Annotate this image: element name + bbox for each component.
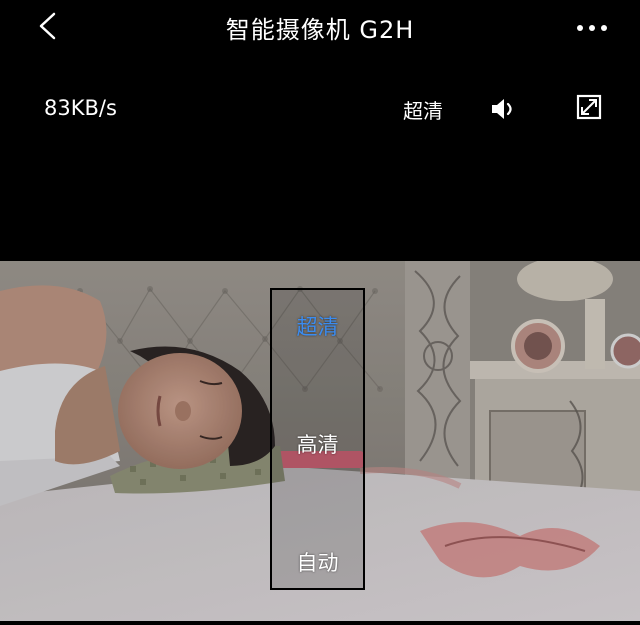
quality-option-auto[interactable]: 自动	[272, 547, 363, 577]
more-dots-icon	[577, 25, 607, 31]
bottom-edge	[0, 621, 640, 625]
quality-option-ultra[interactable]: 超清	[272, 311, 363, 341]
top-bar: 智能摄像机 G2H	[0, 0, 640, 56]
more-button[interactable]	[572, 14, 612, 42]
quality-option-high[interactable]: 高清	[272, 429, 363, 459]
quality-menu: 超清 高清 自动	[270, 288, 365, 590]
speaker-icon	[492, 99, 512, 119]
sound-button[interactable]	[488, 94, 518, 124]
fullscreen-button[interactable]	[576, 94, 602, 120]
page-title: 智能摄像机 G2H	[225, 16, 415, 44]
player-toolbar: 83KB/s 超清	[0, 82, 640, 134]
fullscreen-icon	[576, 94, 602, 120]
bitrate-readout: 83KB/s	[44, 96, 117, 120]
quality-button[interactable]: 超清	[403, 95, 443, 124]
